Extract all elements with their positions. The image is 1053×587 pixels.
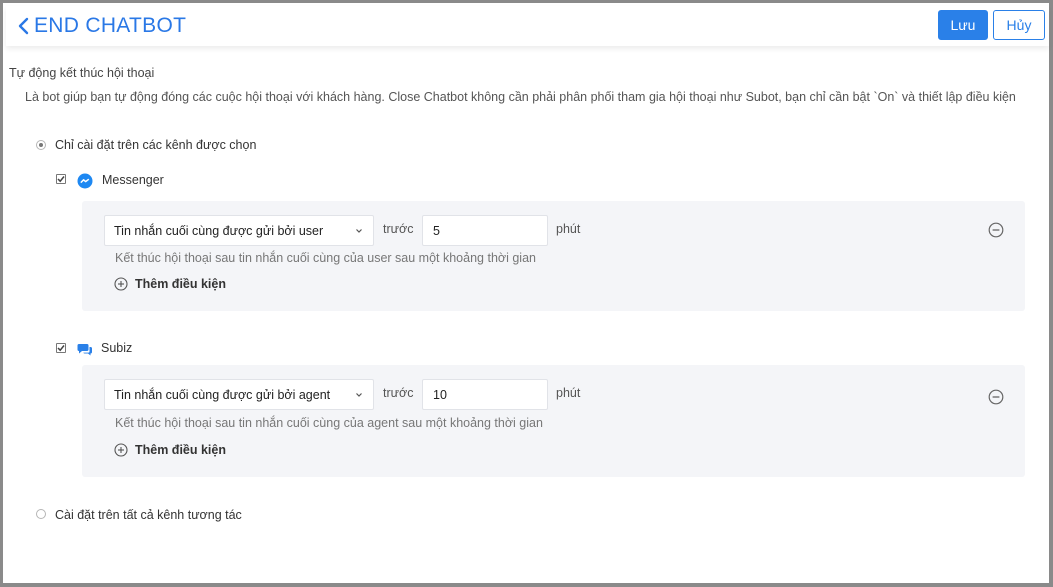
- header-bar: END CHATBOT Lưu Hủy: [6, 6, 1049, 46]
- before-label: trước: [383, 222, 414, 236]
- duration-input[interactable]: 5: [422, 215, 548, 246]
- remove-condition-icon[interactable]: [988, 222, 1004, 238]
- save-button[interactable]: Lưu: [938, 10, 988, 40]
- radio-selected-channels-label: Chỉ cài đặt trên các kênh được chọn: [55, 138, 257, 152]
- add-condition-label: Thêm điều kiện: [135, 277, 226, 291]
- channel-label-subiz: Subiz: [101, 341, 133, 355]
- page-title: END CHATBOT: [34, 14, 187, 37]
- channel-label-messenger: Messenger: [102, 173, 164, 187]
- section-title: Tự động kết thúc hội thoại: [9, 66, 155, 80]
- sender-select[interactable]: Tin nhắn cuối cùng được gửi bởi user: [104, 215, 374, 246]
- checkbox-subiz[interactable]: [56, 343, 66, 353]
- sender-select-value: Tin nhắn cuối cùng được gửi bởi agent: [114, 387, 331, 402]
- checkmark-icon: [57, 345, 65, 352]
- sender-select-value: Tin nhắn cuối cùng được gửi bởi user: [114, 223, 324, 238]
- condition-hint: Kết thúc hội thoại sau tin nhắn cuối cùn…: [115, 251, 536, 265]
- remove-condition-icon[interactable]: [988, 389, 1004, 405]
- condition-panel-subiz: Tin nhắn cuối cùng được gửi bởi agent tr…: [82, 365, 1025, 477]
- add-condition-label: Thêm điều kiện: [135, 443, 226, 457]
- section-description: Là bot giúp bạn tự động đóng các cuộc hộ…: [25, 90, 1016, 104]
- sender-select[interactable]: Tin nhắn cuối cùng được gửi bởi agent: [104, 379, 374, 410]
- chevron-left-icon: [18, 17, 29, 35]
- chat-bubbles-icon: [77, 344, 92, 356]
- radio-all-channels-label: Cài đặt trên tất cả kênh tương tác: [55, 508, 242, 522]
- add-condition-button[interactable]: Thêm điều kiện: [114, 277, 226, 291]
- unit-label: phút: [556, 222, 581, 236]
- radio-all-channels[interactable]: [36, 509, 46, 519]
- checkmark-icon: [57, 176, 65, 183]
- condition-hint: Kết thúc hội thoại sau tin nhắn cuối cùn…: [115, 416, 543, 430]
- plus-circle-icon: [114, 443, 128, 457]
- app-window: END CHATBOT Lưu Hủy Tự động kết thúc hội…: [0, 0, 1053, 587]
- cancel-button[interactable]: Hủy: [993, 10, 1045, 40]
- radio-selected-channels[interactable]: [36, 140, 46, 150]
- condition-panel-messenger: Tin nhắn cuối cùng được gửi bởi user trư…: [82, 201, 1025, 311]
- chevron-down-icon: [356, 229, 362, 233]
- chevron-down-icon: [356, 393, 362, 397]
- duration-input[interactable]: 10: [422, 379, 548, 410]
- add-condition-button[interactable]: Thêm điều kiện: [114, 443, 226, 457]
- unit-label: phút: [556, 386, 581, 400]
- back-button[interactable]: END CHATBOT: [17, 14, 186, 38]
- checkbox-messenger[interactable]: [56, 174, 66, 184]
- before-label: trước: [383, 386, 414, 400]
- messenger-icon: [77, 173, 93, 189]
- plus-circle-icon: [114, 277, 128, 291]
